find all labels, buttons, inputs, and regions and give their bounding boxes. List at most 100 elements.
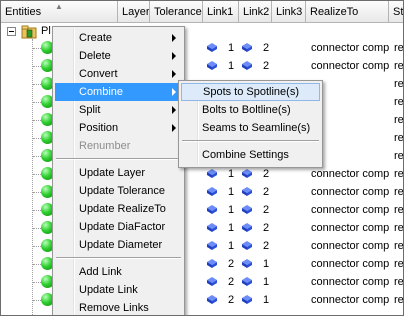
link1-value: 2 <box>228 276 235 288</box>
menu-item-renumber-label: Renumber <box>79 140 131 152</box>
blue-cube-icon <box>207 259 217 268</box>
column-header-st[interactable]: St <box>389 1 404 23</box>
context-menu: Create Delete Convert Combine Split Posi… <box>52 26 185 315</box>
submenu-arrow-icon <box>172 52 176 60</box>
menu-item-remove-links[interactable]: Remove Links <box>55 299 182 315</box>
link1-value: 2 <box>228 294 235 306</box>
menu-item-renumber: Renumber <box>55 137 182 155</box>
blue-cube-icon <box>207 61 217 70</box>
menu-item-create[interactable]: Create <box>55 29 182 47</box>
link2-value: 2 <box>263 240 270 252</box>
menu-item-remove-links-label: Remove Links <box>79 302 149 314</box>
link2-value: 1 <box>263 276 270 288</box>
menu-item-position[interactable]: Position <box>55 119 182 137</box>
tree-branch-line <box>33 156 41 157</box>
link2-value: 1 <box>263 294 270 306</box>
submenu-arrow-icon <box>172 70 176 78</box>
tree-branch-line <box>33 138 41 139</box>
menu-item-update-tolerance[interactable]: Update Tolerance <box>55 182 182 200</box>
link1-value: 1 <box>228 60 235 72</box>
realizeto-value: connector comp <box>311 60 390 72</box>
menu-item-add-link-label: Add Link <box>79 266 122 278</box>
submenu-item-bolts-to-boltlines-label: Bolts to Boltline(s) <box>202 104 291 116</box>
tree-branch-line <box>33 174 41 175</box>
link2-value: 2 <box>263 204 270 216</box>
tree-branch-line <box>33 246 41 247</box>
blue-cube-icon <box>242 295 252 304</box>
menu-item-combine[interactable]: Combine <box>55 83 182 101</box>
menu-item-add-link[interactable]: Add Link <box>55 263 182 281</box>
column-header-st-label: St <box>393 6 404 18</box>
menu-item-update-diameter[interactable]: Update Diameter <box>55 236 182 254</box>
link2-value: 1 <box>263 258 270 270</box>
link1-value: 1 <box>228 222 235 234</box>
st-value: re <box>394 258 404 270</box>
menu-item-update-tolerance-label: Update Tolerance <box>79 185 166 197</box>
column-header-link2[interactable]: Link2 <box>239 1 272 23</box>
link1-value: 1 <box>228 240 235 252</box>
column-header-link1[interactable]: Link1 <box>203 1 239 23</box>
menu-item-update-diafactor-label: Update DiaFactor <box>79 221 166 233</box>
st-value: re <box>394 168 404 180</box>
submenu-item-spots-to-spotlines[interactable]: Spots to Spotline(s) <box>181 83 320 101</box>
st-value: re <box>394 150 404 162</box>
column-header-link3[interactable]: Link3 <box>272 1 306 23</box>
st-value: re <box>394 186 404 198</box>
component-folder-icon <box>21 25 37 39</box>
submenu-item-spots-to-spotlines-label: Spots to Spotline(s) <box>203 86 299 98</box>
tree-branch-line <box>33 264 41 265</box>
collapse-toggle-icon[interactable] <box>7 27 16 36</box>
tree-branch-line <box>33 84 41 85</box>
column-header-layer[interactable]: Layer <box>118 1 150 23</box>
menu-item-update-realizeto-label: Update RealizeTo <box>79 203 166 215</box>
menu-item-delete[interactable]: Delete <box>55 47 182 65</box>
st-value: re <box>394 276 404 288</box>
menu-item-update-layer[interactable]: Update Layer <box>55 164 182 182</box>
blue-cube-icon <box>207 241 217 250</box>
submenu-arrow-icon <box>172 106 176 114</box>
menu-separator <box>56 158 181 160</box>
column-header-realizeto-label: RealizeTo <box>310 6 359 18</box>
realizeto-value: connector comp <box>311 222 390 234</box>
menu-item-convert[interactable]: Convert <box>55 65 182 83</box>
st-value: re <box>394 204 404 216</box>
blue-cube-icon <box>207 205 217 214</box>
tree-branch-line <box>33 66 41 67</box>
submenu-item-bolts-to-boltlines[interactable]: Bolts to Boltline(s) <box>181 101 320 119</box>
menu-item-split[interactable]: Split <box>55 101 182 119</box>
menu-separator <box>56 257 181 259</box>
combine-submenu: Spots to Spotline(s) Bolts to Boltline(s… <box>178 80 323 168</box>
menu-item-position-label: Position <box>79 122 119 134</box>
realizeto-value: connector comp <box>311 276 390 288</box>
sort-ascending-icon: ▲ <box>55 2 63 11</box>
tree-branch-line <box>33 120 41 121</box>
blue-cube-icon <box>242 61 252 70</box>
menu-item-update-diafactor[interactable]: Update DiaFactor <box>55 218 182 236</box>
column-header-realizeto[interactable]: RealizeTo <box>306 1 389 23</box>
blue-cube-icon <box>242 205 252 214</box>
blue-cube-icon <box>242 187 252 196</box>
submenu-arrow-icon <box>172 88 176 96</box>
link2-value: 2 <box>263 186 270 198</box>
column-header-tolerance[interactable]: Tolerance <box>150 1 203 23</box>
menu-item-combine-label: Combine <box>79 86 124 98</box>
column-header-link2-label: Link2 <box>243 6 270 18</box>
tree-branch-line <box>33 210 41 211</box>
submenu-item-combine-settings[interactable]: Combine Settings <box>181 146 320 164</box>
blue-cube-icon <box>242 169 252 178</box>
column-header-entities[interactable]: Entities ▲ <box>1 1 118 23</box>
menu-item-update-link[interactable]: Update Link <box>55 281 182 299</box>
submenu-item-seams-to-seamlines[interactable]: Seams to Seamline(s) <box>181 119 320 137</box>
st-value: re <box>394 294 404 306</box>
tree-branch-line <box>33 102 41 103</box>
blue-cube-icon <box>207 187 217 196</box>
st-value: re <box>394 114 404 126</box>
menu-item-update-layer-label: Update Layer <box>79 167 146 179</box>
blue-cube-icon <box>242 43 252 52</box>
blue-cube-icon <box>242 223 252 232</box>
st-value: re <box>394 60 404 72</box>
menu-item-update-realizeto[interactable]: Update RealizeTo <box>55 200 182 218</box>
blue-cube-icon <box>242 259 252 268</box>
st-value: re <box>394 240 404 252</box>
menu-item-delete-label: Delete <box>79 50 111 62</box>
